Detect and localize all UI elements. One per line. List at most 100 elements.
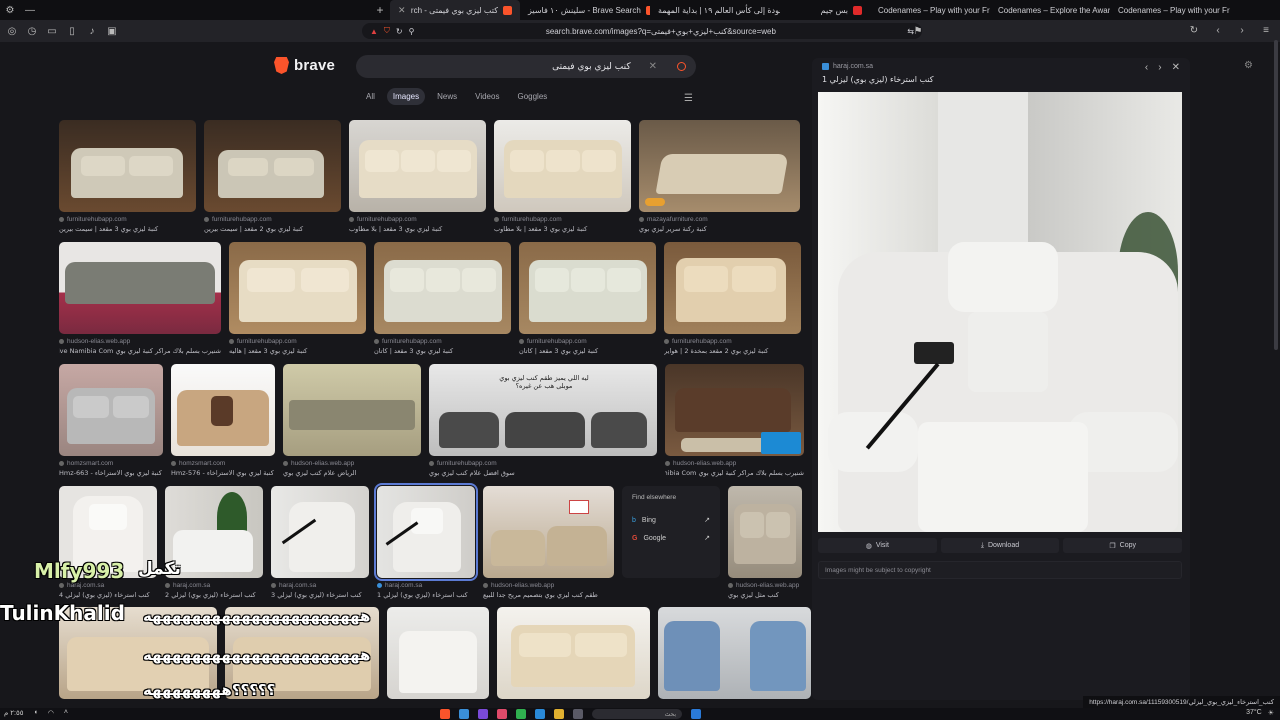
windows-start-icon[interactable] — [691, 709, 701, 719]
thumbnail[interactable] — [665, 364, 804, 456]
copy-button[interactable]: ❐ Copy — [1063, 538, 1183, 553]
wifi-icon[interactable]: ◠ — [48, 709, 54, 717]
image-result[interactable]: furniturehubapp.com كنبة ليزي بوي 2 مقعد … — [664, 242, 801, 355]
thumbnail[interactable] — [271, 486, 369, 578]
browser-menu-icon[interactable]: ⚙ — [0, 0, 20, 20]
thumbnail[interactable] — [374, 242, 511, 334]
preview-image[interactable] — [818, 92, 1182, 532]
thumbnail[interactable] — [59, 364, 163, 456]
image-result[interactable]: hudson-elias.web.app طقم كنب ليزي بوي بتص… — [483, 486, 614, 599]
thumbnail[interactable] — [519, 242, 656, 334]
tune-icon[interactable]: ⚲ — [409, 27, 415, 36]
tab-3[interactable]: العودة إلى كأس العالم ١٩ | بداية المهمة — [650, 0, 780, 20]
tab-5[interactable]: Codenames – Play with your Friends — [870, 0, 990, 20]
image-result[interactable]: homzsmart.com كنبة ليزي بوي الاستراخاء - … — [59, 364, 163, 477]
thumbnail[interactable] — [658, 607, 811, 699]
tab-2[interactable]: سلينش ١٠ فاسيز - Brave Search — [520, 0, 650, 20]
tab-6[interactable]: Codenames – Explore the Award-Wi... — [990, 0, 1110, 20]
image-result[interactable] — [387, 607, 489, 699]
chevron-up-icon[interactable]: ˄ — [64, 709, 68, 717]
app-taskbar-icon[interactable] — [573, 709, 583, 719]
thumbnail[interactable] — [59, 242, 221, 334]
volume-icon[interactable]: ◖ — [34, 709, 38, 717]
thumbnail[interactable] — [664, 242, 801, 334]
folder-taskbar-icon[interactable] — [554, 709, 564, 719]
app-taskbar-icon[interactable] — [497, 709, 507, 719]
scrollbar[interactable] — [1274, 40, 1278, 350]
image-result[interactable]: furniturehubapp.com كنبة ليزي بوي 2 مقعد … — [204, 120, 341, 233]
thumbnail[interactable] — [497, 607, 650, 699]
next-icon[interactable]: › — [1158, 62, 1161, 73]
thumbnail[interactable] — [387, 607, 489, 699]
tab-4[interactable]: بس جيم — [780, 0, 870, 20]
clock[interactable]: ٢:٥٥ م — [4, 709, 24, 717]
thumbnail[interactable]: ليه اللي يميز طقم كنب ليزي بوي موبلى هب … — [429, 364, 657, 456]
image-result-selected[interactable]: haraj.com.sa كنب استرخاء (ليزي بوي) ليزلي… — [374, 483, 478, 599]
thumbnail[interactable] — [728, 486, 802, 578]
brave-shields-icon[interactable]: ⛉ — [384, 26, 390, 36]
brave-taskbar-icon[interactable] — [440, 709, 450, 719]
edge-taskbar-icon[interactable] — [535, 709, 545, 719]
image-result[interactable]: haraj.com.sa كنب استرخاء (ليزي بوي) ليزلي… — [165, 486, 263, 599]
image-result[interactable]: hudson-elias.web.app الرياض علام كتب ليزي… — [283, 364, 421, 477]
bookmark-icon[interactable]: ⚑ — [912, 25, 924, 37]
close-icon[interactable]: ✕ — [398, 5, 406, 16]
thumbnail[interactable] — [229, 242, 366, 334]
thumbnail[interactable] — [204, 120, 341, 212]
image-result[interactable]: haraj.com.sa كنب استرخاء (ليزي بوي) ليزلي… — [271, 486, 369, 599]
image-result[interactable] — [497, 607, 650, 699]
preview-source[interactable]: haraj.com.sa — [822, 63, 873, 70]
thumbnail[interactable] — [283, 364, 421, 456]
find-google-link[interactable]: G Google ↗ — [632, 529, 710, 547]
gear-icon[interactable]: ⚙ — [1244, 60, 1253, 71]
thumbnail[interactable] — [483, 486, 614, 578]
image-result[interactable]: hudson-elias.web.app شنيرب بسلم بلاك مراك… — [59, 242, 221, 355]
app-taskbar-icon[interactable] — [516, 709, 526, 719]
thumbnail[interactable] — [349, 120, 486, 212]
tab-goggles[interactable]: Goggles — [511, 88, 553, 105]
visit-button[interactable]: ◍ Visit — [818, 538, 937, 553]
sidebar-icon[interactable]: ▯ — [66, 25, 78, 37]
thumbnail[interactable] — [374, 483, 478, 581]
brave-logo[interactable]: brave — [274, 57, 335, 74]
thumbnail[interactable] — [171, 364, 275, 456]
url-field[interactable]: ▲ ⛉ ↻ ⚲ search.brave.com/images?q=كنب+لي… — [362, 23, 922, 39]
find-bing-link[interactable]: b Bing ↗ — [632, 511, 710, 529]
image-result[interactable]: homzsmart.com كنبة ليزي بوي الاستراخاء - … — [171, 364, 275, 477]
image-result[interactable]: furniturehubapp.com كنبة ليزي بوي 3 مقعد … — [519, 242, 656, 355]
thumbnail[interactable] — [494, 120, 631, 212]
music-icon[interactable]: ♪ — [86, 25, 98, 37]
forward-icon[interactable]: › — [1236, 24, 1248, 36]
search-icon[interactable] — [677, 62, 686, 71]
image-result[interactable]: ليه اللي يميز طقم كنب ليزي بوي موبلى هب … — [429, 364, 657, 477]
search-input[interactable] — [366, 61, 649, 72]
image-result[interactable]: furniturehubapp.com كنبة ليزي بوي 3 مقعد … — [349, 120, 486, 233]
tab-images[interactable]: Images — [386, 88, 426, 105]
close-icon[interactable]: ✕ — [1172, 62, 1180, 73]
image-result[interactable] — [658, 607, 811, 699]
tab-videos[interactable]: Videos — [469, 88, 505, 105]
tab-all[interactable]: All — [360, 88, 381, 105]
app-taskbar-icon[interactable] — [478, 709, 488, 719]
reload-icon[interactable]: ↻ — [396, 27, 403, 36]
minimize-icon[interactable]: — — [20, 0, 40, 20]
image-result[interactable]: mazayafurniture.com كنبة ركنة سرير ليزي ب… — [639, 120, 800, 233]
clear-icon[interactable]: ✕ — [649, 61, 657, 72]
menu-icon[interactable]: ≡ — [1260, 24, 1272, 36]
image-result[interactable]: furniturehubapp.com كنبة ليزي بوي 3 مقعد … — [494, 120, 631, 233]
back-icon[interactable]: ‹ — [1212, 24, 1224, 36]
history-icon[interactable]: ◷ — [26, 25, 38, 37]
tab-active[interactable]: ✕ كتب ليزي بوي فيمتى - Brave Search — [390, 0, 520, 20]
tabs-icon[interactable]: ▭ — [46, 25, 58, 37]
taskbar-search[interactable]: بحث — [592, 709, 682, 719]
download-button[interactable]: ⤓ Download — [940, 538, 1060, 553]
tab-7[interactable]: Codenames – Play with your Friends — [1110, 0, 1230, 20]
new-tab-button[interactable]: + — [370, 3, 390, 17]
bookmarks-icon[interactable]: ▣ — [106, 25, 118, 37]
filter-icon[interactable]: ☰ — [684, 93, 693, 104]
warning-icon[interactable]: ▲ — [370, 27, 378, 36]
image-result[interactable]: furniturehubapp.com كنبة ليزي بوي 3 مقعد … — [59, 120, 196, 233]
thumbnail[interactable] — [639, 120, 800, 212]
refresh-icon[interactable]: ↻ — [1188, 24, 1200, 36]
app-taskbar-icon[interactable] — [459, 709, 469, 719]
